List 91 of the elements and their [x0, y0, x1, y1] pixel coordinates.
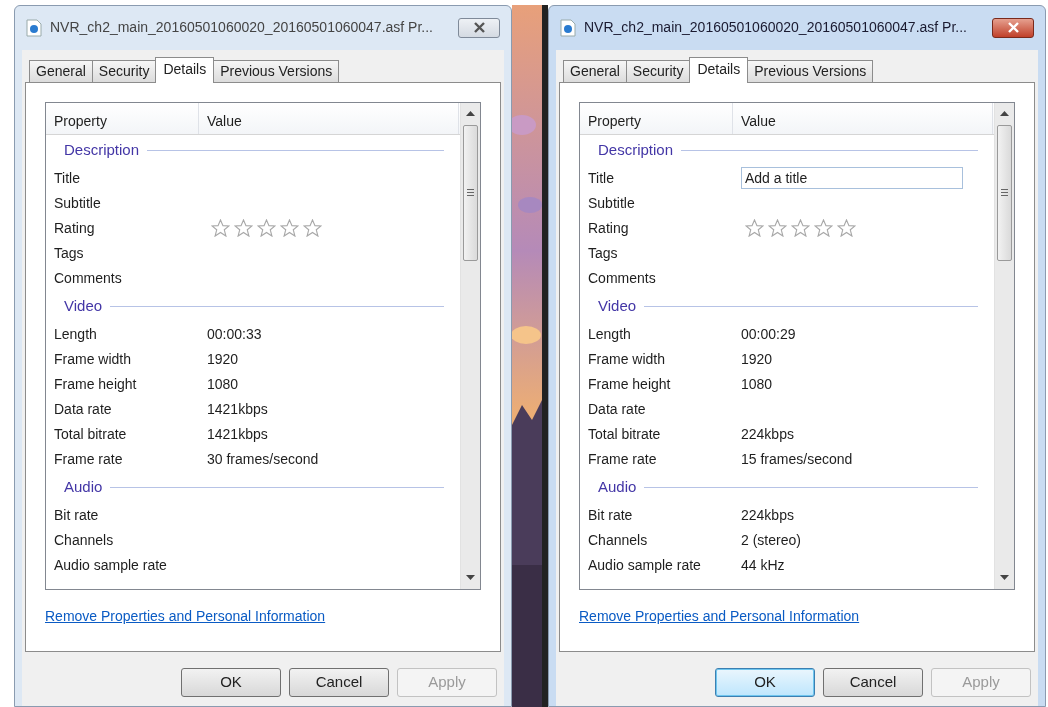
property-value: 1920: [207, 349, 239, 369]
file-icon: [560, 18, 576, 37]
star-icon: [280, 219, 299, 238]
window-title: NVR_ch2_main_20160501060020_20160501060047.asf Pr...: [584, 18, 968, 38]
property-name: Comments: [588, 268, 657, 288]
property-value: 44 kHz: [741, 555, 785, 575]
property-name: Tags: [588, 243, 619, 263]
tab[interactable]: Security: [625, 59, 691, 82]
property-name: Rating: [588, 218, 630, 238]
star-icon: [814, 219, 833, 238]
property-name: Comments: [54, 268, 123, 288]
column-header[interactable]: Property: [46, 102, 199, 134]
dialog-button[interactable]: OK: [715, 667, 815, 697]
dialog-button[interactable]: Cancel: [823, 667, 923, 697]
star-icon: [791, 219, 810, 238]
remove-properties-link[interactable]: Remove Properties and Personal Information: [45, 605, 326, 627]
property-value: 00:00:33: [207, 324, 262, 344]
close-icon: [472, 22, 486, 34]
group-heading[interactable]: Video: [64, 295, 103, 318]
property-name: Data rate: [54, 399, 113, 419]
star-rating[interactable]: [745, 219, 856, 238]
scroll-thumb[interactable]: [463, 124, 478, 261]
property-name: Frame height: [588, 374, 672, 394]
tab[interactable]: Security: [91, 59, 157, 82]
property-name: Frame width: [54, 349, 133, 369]
property-value: 1920: [741, 349, 773, 369]
star-rating[interactable]: [211, 219, 322, 238]
property-name: Length: [54, 324, 98, 344]
scrollbar[interactable]: [994, 102, 1014, 589]
group-heading[interactable]: Audio: [64, 476, 103, 499]
tab[interactable]: General: [563, 59, 627, 82]
property-value: 00:00:29: [741, 324, 796, 344]
star-icon: [745, 219, 764, 238]
dialog-button[interactable]: Cancel: [289, 667, 389, 697]
property-value: 15 frames/second: [741, 449, 853, 469]
property-name: Audio sample rate: [54, 555, 168, 575]
property-name: Rating: [54, 218, 96, 238]
scroll-thumb[interactable]: [997, 124, 1012, 261]
star-icon: [257, 219, 276, 238]
tab[interactable]: General: [29, 59, 93, 82]
property-name: Frame rate: [54, 449, 124, 469]
property-value: 1421kbps: [207, 399, 268, 419]
close-button[interactable]: [458, 17, 500, 38]
property-name: Channels: [588, 530, 649, 550]
column-header[interactable]: Value: [733, 102, 993, 134]
star-icon: [234, 219, 253, 238]
star-icon: [211, 219, 230, 238]
property-value: 30 frames/second: [207, 449, 319, 469]
property-value: 224kbps: [741, 424, 794, 444]
property-name: Length: [588, 324, 632, 344]
property-name: Tags: [54, 243, 85, 263]
file-icon: [26, 18, 42, 37]
property-name: Channels: [54, 530, 115, 550]
property-name: Subtitle: [588, 193, 636, 213]
star-icon: [303, 219, 322, 238]
property-name: Subtitle: [54, 193, 102, 213]
property-name: Frame height: [54, 374, 138, 394]
property-value: 1421kbps: [207, 424, 268, 444]
tab[interactable]: Details: [689, 56, 749, 83]
tab[interactable]: Details: [155, 56, 215, 83]
dialog-button[interactable]: OK: [181, 667, 281, 697]
star-icon: [837, 219, 856, 238]
property-value: 2 (stereo): [741, 530, 801, 550]
property-name: Title: [54, 168, 81, 188]
star-icon: [768, 219, 787, 238]
group-heading[interactable]: Video: [598, 295, 637, 318]
column-header[interactable]: Value: [199, 102, 459, 134]
property-name: Data rate: [588, 399, 647, 419]
group-heading[interactable]: Audio: [598, 476, 637, 499]
remove-properties-link[interactable]: Remove Properties and Personal Information: [579, 605, 860, 627]
title-field[interactable]: Add a title: [741, 167, 963, 190]
close-icon: [1006, 22, 1020, 34]
tab[interactable]: Previous Versions: [213, 59, 340, 82]
column-header[interactable]: Property: [580, 102, 733, 134]
property-value: 1080: [207, 374, 239, 394]
close-button[interactable]: [992, 17, 1034, 38]
property-name: Total bitrate: [588, 424, 662, 444]
property-name: Frame width: [588, 349, 667, 369]
property-value: 224kbps: [741, 505, 794, 525]
property-value: 1080: [741, 374, 773, 394]
property-name: Total bitrate: [54, 424, 128, 444]
property-name: Audio sample rate: [588, 555, 702, 575]
property-name: Bit rate: [54, 505, 100, 525]
property-name: Frame rate: [588, 449, 658, 469]
window-title: NVR_ch2_main_20160501060020_20160501060047.asf Pr...: [50, 18, 434, 38]
group-heading[interactable]: Description: [598, 139, 674, 162]
property-name: Title: [588, 168, 615, 188]
tab[interactable]: Previous Versions: [747, 59, 874, 82]
property-name: Bit rate: [588, 505, 634, 525]
group-heading[interactable]: Description: [64, 139, 140, 162]
scrollbar[interactable]: [460, 102, 480, 589]
